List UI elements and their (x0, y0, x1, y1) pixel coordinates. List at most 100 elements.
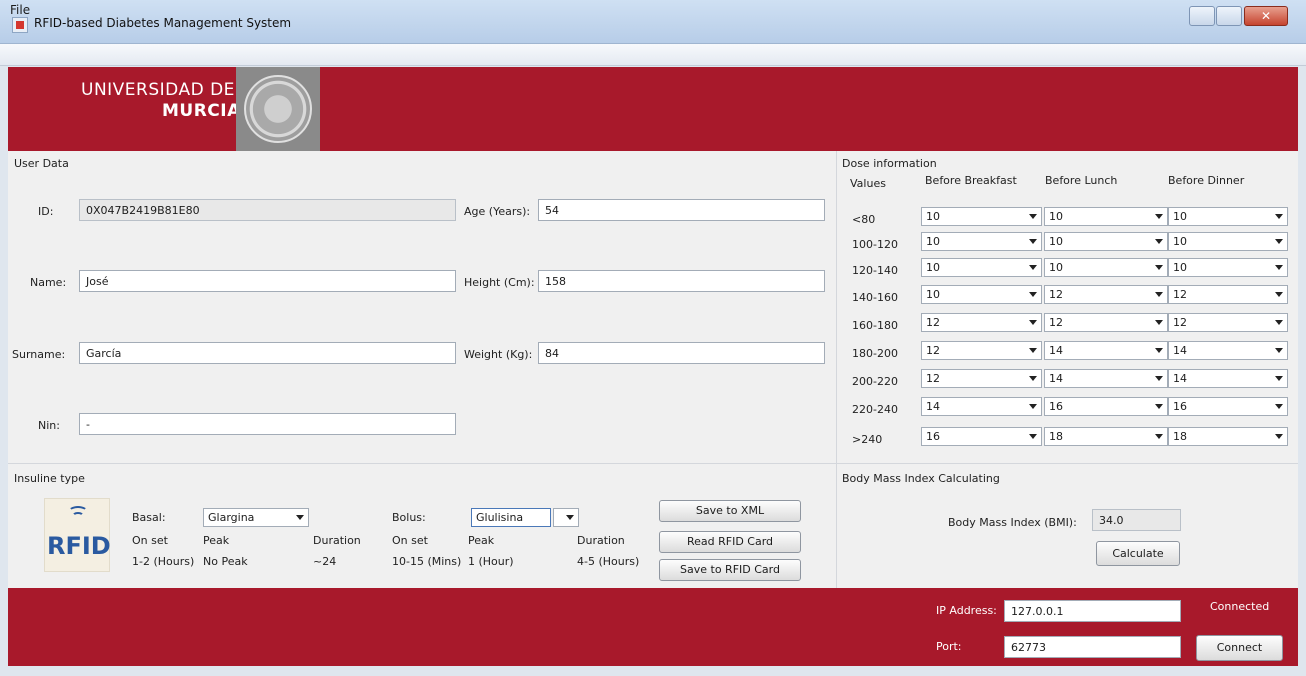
dose-select-value: 10 (926, 235, 940, 248)
dose-select-breakfast[interactable]: 10 (921, 232, 1042, 251)
chevron-down-icon (1029, 265, 1037, 270)
dose-select-breakfast[interactable]: 14 (921, 397, 1042, 416)
dose-select-breakfast[interactable]: 16 (921, 427, 1042, 446)
bolus-peak-value: 1 (Hour) (468, 555, 514, 568)
name-field[interactable]: José (79, 270, 456, 292)
chevron-down-icon (1275, 265, 1283, 270)
bolus-duration-label: Duration (577, 534, 625, 547)
dose-select-dinner[interactable]: 10 (1168, 232, 1288, 251)
chevron-down-icon (1275, 214, 1283, 219)
chevron-down-icon (1275, 404, 1283, 409)
dose-select-value: 14 (1173, 344, 1187, 357)
dose-select-dinner[interactable]: 12 (1168, 313, 1288, 332)
age-label: Age (Years): (464, 205, 531, 218)
dose-select-dinner[interactable]: 14 (1168, 369, 1288, 388)
dose-range-label: >240 (852, 433, 883, 446)
dose-select-dinner[interactable]: 16 (1168, 397, 1288, 416)
dose-select-dinner[interactable]: 10 (1168, 258, 1288, 277)
dose-select-breakfast[interactable]: 12 (921, 313, 1042, 332)
dose-select-value: 10 (1049, 261, 1063, 274)
id-label: ID: (38, 205, 54, 218)
surname-field[interactable]: García (79, 342, 456, 364)
dose-select-value: 14 (1049, 344, 1063, 357)
bolus-onset-value: 10-15 (Mins) (392, 555, 462, 568)
dose-select-dinner[interactable]: 14 (1168, 341, 1288, 360)
basal-onset-label: On set (132, 534, 168, 547)
dose-select-lunch[interactable]: 14 (1044, 369, 1168, 388)
bmi-value-field[interactable]: 34.0 (1092, 509, 1181, 531)
dose-select-value: 12 (1049, 288, 1063, 301)
dose-select-lunch[interactable]: 10 (1044, 207, 1168, 226)
basal-duration-label: Duration (313, 534, 361, 547)
dose-select-breakfast[interactable]: 10 (921, 258, 1042, 277)
bolus-label: Bolus: (392, 511, 426, 524)
basal-peak-label: Peak (203, 534, 230, 547)
nin-label: Nin: (38, 419, 60, 432)
dose-range-label: 140-160 (852, 291, 898, 304)
user-data-title: User Data (14, 157, 69, 170)
chevron-down-icon (1275, 348, 1283, 353)
height-field[interactable]: 158 (538, 270, 825, 292)
dose-select-breakfast[interactable]: 10 (921, 207, 1042, 226)
calculate-button[interactable]: Calculate (1096, 541, 1180, 566)
close-button[interactable]: ✕ (1244, 6, 1288, 26)
chevron-down-icon (1029, 376, 1037, 381)
bolus-select[interactable]: Glulisina (471, 508, 551, 527)
dose-select-value: 10 (1173, 210, 1187, 223)
maximize-button[interactable] (1216, 6, 1242, 26)
chevron-down-icon (1029, 239, 1037, 244)
connect-button[interactable]: Connect (1196, 635, 1283, 661)
chevron-down-icon (1155, 292, 1163, 297)
chevron-down-icon (1155, 348, 1163, 353)
bolus-dropdown-button[interactable] (553, 508, 579, 527)
dose-select-lunch[interactable]: 12 (1044, 285, 1168, 304)
basal-select[interactable]: Glargina (203, 508, 309, 527)
chevron-down-icon (1029, 434, 1037, 439)
nin-field[interactable]: - (79, 413, 456, 435)
dose-select-value: 10 (926, 210, 940, 223)
dose-select-lunch[interactable]: 18 (1044, 427, 1168, 446)
read-rfid-card-button[interactable]: Read RFID Card (659, 531, 801, 553)
chevron-down-icon (1275, 376, 1283, 381)
port-field[interactable]: 62773 (1004, 636, 1181, 658)
dose-select-lunch[interactable]: 12 (1044, 313, 1168, 332)
dose-select-value: 10 (1049, 210, 1063, 223)
save-to-rfid-card-button[interactable]: Save to RFID Card (659, 559, 801, 581)
dose-select-value: 14 (1173, 372, 1187, 385)
ip-address-field[interactable]: 127.0.0.1 (1004, 600, 1181, 622)
chevron-down-icon (1275, 239, 1283, 244)
dose-header-dinner: Before Dinner (1168, 174, 1245, 187)
save-to-xml-button[interactable]: Save to XML (659, 500, 801, 522)
dose-select-dinner[interactable]: 12 (1168, 285, 1288, 304)
dose-select-dinner[interactable]: 10 (1168, 207, 1288, 226)
id-field[interactable]: 0X047B2419B81E80 (79, 199, 456, 221)
dose-select-lunch[interactable]: 14 (1044, 341, 1168, 360)
dose-range-label: <80 (852, 213, 876, 226)
weight-field[interactable]: 84 (538, 342, 825, 364)
basal-peak-value: No Peak (203, 555, 248, 568)
university-seal-icon (244, 75, 312, 143)
dose-range-label: 200-220 (852, 375, 898, 388)
dose-select-lunch[interactable]: 16 (1044, 397, 1168, 416)
dose-select-value: 18 (1173, 430, 1187, 443)
age-field[interactable]: 54 (538, 199, 825, 221)
chevron-down-icon (1155, 434, 1163, 439)
dose-select-dinner[interactable]: 18 (1168, 427, 1288, 446)
dose-select-value: 16 (1049, 400, 1063, 413)
dose-select-breakfast[interactable]: 12 (921, 341, 1042, 360)
menu-file[interactable]: File (10, 3, 30, 17)
dose-select-value: 10 (1173, 235, 1187, 248)
dose-select-breakfast[interactable]: 10 (921, 285, 1042, 304)
chevron-down-icon (1029, 320, 1037, 325)
dose-select-lunch[interactable]: 10 (1044, 232, 1168, 251)
app-icon (12, 17, 28, 33)
minimize-button[interactable] (1189, 6, 1215, 26)
chevron-down-icon (1275, 292, 1283, 297)
rfid-wave-inner-icon (72, 512, 84, 520)
dose-header-lunch: Before Lunch (1045, 174, 1118, 187)
dose-header-breakfast: Before Breakfast (925, 174, 1017, 187)
dose-select-lunch[interactable]: 10 (1044, 258, 1168, 277)
dose-select-value: 14 (1049, 372, 1063, 385)
dose-select-breakfast[interactable]: 12 (921, 369, 1042, 388)
dose-select-value: 10 (926, 261, 940, 274)
